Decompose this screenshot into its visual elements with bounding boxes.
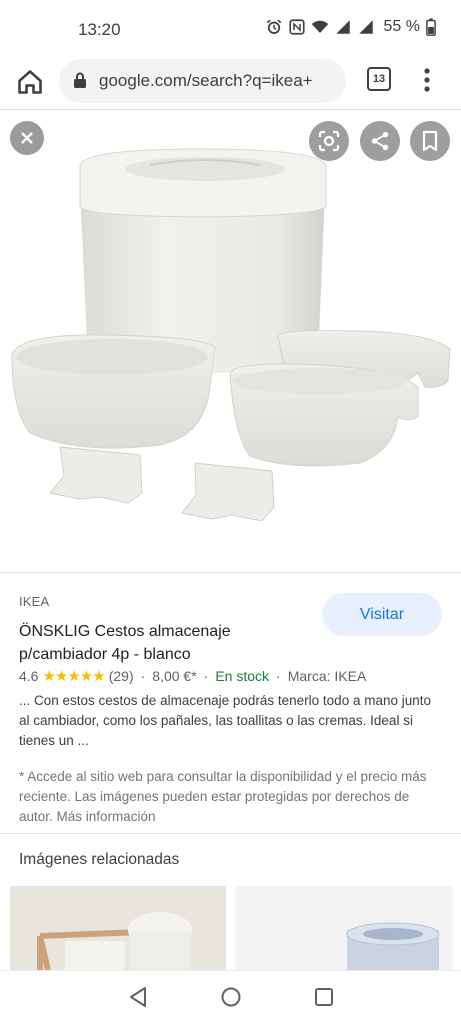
url-text[interactable]: google.com/search?q=ikea+ [99, 71, 339, 91]
visit-button[interactable]: Visitar [322, 593, 442, 636]
lock-icon[interactable] [73, 72, 87, 89]
brand: Marca: IKEA [287, 668, 367, 684]
home-nav-icon[interactable] [220, 986, 242, 1008]
related-images-title: Imágenes relacionadas [19, 851, 180, 868]
recent-apps-icon[interactable] [314, 987, 334, 1007]
product-image-viewer [0, 111, 461, 571]
bookmark-icon [422, 130, 438, 152]
google-lens-button[interactable] [309, 121, 349, 161]
result-description: ... Con estos cestos de almacenaje podrá… [19, 693, 432, 748]
rating-value: 4.6 [19, 668, 39, 684]
price: 8,00 €* [152, 668, 197, 684]
divider [0, 833, 461, 834]
save-button[interactable] [410, 121, 450, 161]
battery-icon [426, 18, 436, 36]
signal-icon [335, 20, 350, 34]
separator: · [203, 668, 209, 684]
product-image [11, 148, 451, 522]
rating-stars-icon: ★★★★★ [42, 668, 105, 685]
share-icon [371, 131, 389, 151]
battery-percent: 55 % [383, 18, 420, 35]
status-time: 13:20 [78, 20, 121, 39]
stock-status: En stock [215, 668, 270, 684]
related-image-thumbnail[interactable] [235, 886, 453, 970]
related-image-thumbnail[interactable] [10, 886, 226, 970]
system-nav-bar [0, 970, 461, 1024]
related-image [10, 886, 226, 970]
status-icons: 55 % [265, 18, 437, 36]
close-icon [21, 132, 33, 144]
nfc-icon [288, 19, 305, 35]
home-icon[interactable] [16, 68, 44, 96]
close-button[interactable] [10, 121, 44, 155]
alarm-icon [266, 19, 281, 34]
review-count: (29) [108, 668, 134, 684]
related-image [235, 886, 453, 970]
result-title[interactable]: ÖNSKLIG Cestos almacenaje p/cambiador 4p… [19, 620, 289, 666]
tab-switcher-button[interactable]: 13 [367, 67, 391, 91]
disclaimer[interactable]: * Accede al sitio web para consultar la … [19, 767, 444, 827]
status-bar: 13:20 55 % [0, 0, 461, 56]
divider [0, 572, 461, 573]
result-meta: 4.6 ★★★★★ (29) · 8,00 €* · En stock · Ma… [19, 667, 366, 685]
separator: · [140, 668, 146, 684]
browser-toolbar: google.com/search?q=ikea+ 13 [0, 56, 461, 110]
more-vert-icon[interactable] [417, 66, 437, 94]
share-button[interactable] [360, 121, 400, 161]
address-bar[interactable]: google.com/search?q=ikea+ [59, 59, 346, 103]
google-lens-icon [318, 130, 340, 152]
separator: · [276, 668, 281, 684]
back-icon[interactable] [128, 986, 148, 1008]
signal-icon [358, 20, 373, 34]
wifi-icon [311, 20, 328, 33]
result-source[interactable]: IKEA [19, 594, 49, 609]
